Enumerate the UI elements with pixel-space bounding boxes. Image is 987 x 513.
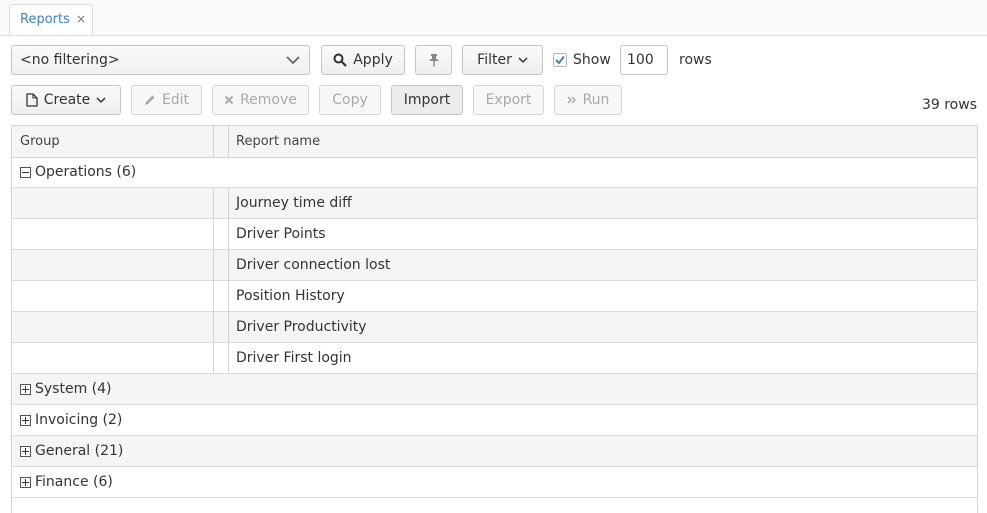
run-label: Run: [582, 92, 610, 108]
filter-label: Filter: [477, 52, 512, 68]
create-button[interactable]: Create: [11, 85, 121, 115]
tab-reports[interactable]: Reports ×: [9, 4, 93, 35]
table-row[interactable]: Driver Points: [12, 219, 977, 250]
edit-label: Edit: [161, 92, 190, 108]
expand-icon[interactable]: [20, 414, 31, 426]
group-label: Finance (6): [35, 474, 113, 490]
check-icon: [555, 55, 565, 65]
close-icon: [224, 95, 234, 105]
column-divider: [213, 126, 214, 157]
filter-select-value: <no filtering>: [20, 52, 120, 68]
group-row-finance[interactable]: Finance (6): [12, 467, 977, 498]
column-header-group[interactable]: Group: [20, 134, 60, 149]
import-button[interactable]: Import: [391, 85, 463, 115]
tab-label: Reports: [20, 12, 70, 27]
rows-input[interactable]: [620, 45, 668, 75]
group-row-general[interactable]: General (21): [12, 436, 977, 467]
expand-icon[interactable]: [20, 445, 31, 457]
grid-header: Group Report name: [12, 126, 977, 158]
row-count: 39 rows: [921, 97, 977, 113]
table-row[interactable]: Driver Productivity: [12, 312, 977, 343]
apply-label: Apply: [353, 52, 393, 68]
export-label: Export: [485, 92, 532, 108]
tab-close-icon[interactable]: ×: [76, 12, 86, 26]
group-label: Invoicing (2): [35, 412, 123, 428]
table-row[interactable]: Journey time diff: [12, 188, 977, 219]
report-name: Driver Productivity: [236, 319, 367, 335]
reports-grid: Group Report name Operations (6) Journey…: [11, 125, 978, 513]
report-name: Journey time diff: [236, 195, 352, 211]
copy-label: Copy: [332, 92, 368, 108]
tab-bar: Reports ×: [0, 0, 987, 36]
table-row[interactable]: Driver connection lost: [12, 250, 977, 281]
pin-icon: [428, 54, 439, 67]
remove-button[interactable]: Remove: [212, 85, 309, 115]
search-icon: [333, 53, 348, 67]
chevron-down-icon: [96, 96, 106, 103]
import-label: Import: [403, 92, 451, 108]
export-button[interactable]: Export: [473, 85, 544, 115]
edit-button[interactable]: Edit: [131, 85, 202, 115]
chevron-down-icon: [518, 56, 528, 63]
table-row[interactable]: Driver First login: [12, 343, 977, 374]
group-row-invoicing[interactable]: Invoicing (2): [12, 405, 977, 436]
group-row-operations[interactable]: Operations (6): [12, 157, 977, 188]
group-row-system[interactable]: System (4): [12, 374, 977, 405]
rows-label: rows: [679, 52, 712, 68]
apply-button[interactable]: Apply: [321, 45, 405, 75]
pencil-icon: [144, 95, 155, 105]
remove-label: Remove: [240, 92, 297, 108]
report-name: Driver connection lost: [236, 257, 391, 273]
column-divider: [228, 126, 229, 157]
filter-button[interactable]: Filter: [462, 45, 543, 75]
group-label: General (21): [35, 443, 124, 459]
expand-icon[interactable]: [20, 476, 31, 488]
table-row[interactable]: Position History: [12, 281, 977, 312]
pin-button[interactable]: [415, 45, 452, 75]
group-label: System (4): [35, 381, 112, 397]
double-chevron-right-icon: [567, 96, 576, 104]
copy-button[interactable]: Copy: [319, 85, 381, 115]
show-label: Show: [573, 52, 611, 68]
show-checkbox[interactable]: [553, 53, 567, 67]
column-header-report-name[interactable]: Report name: [236, 134, 320, 149]
group-label: Operations (6): [35, 164, 137, 180]
create-label: Create: [43, 92, 91, 108]
report-name: Driver First login: [236, 350, 352, 366]
expand-icon[interactable]: [20, 383, 31, 395]
chevron-down-icon: [286, 56, 300, 65]
report-name: Driver Points: [236, 226, 326, 242]
file-icon: [26, 93, 38, 107]
report-name: Position History: [236, 288, 345, 304]
collapse-icon[interactable]: [20, 166, 31, 178]
filter-select[interactable]: <no filtering>: [11, 45, 310, 75]
run-button[interactable]: Run: [554, 85, 622, 115]
